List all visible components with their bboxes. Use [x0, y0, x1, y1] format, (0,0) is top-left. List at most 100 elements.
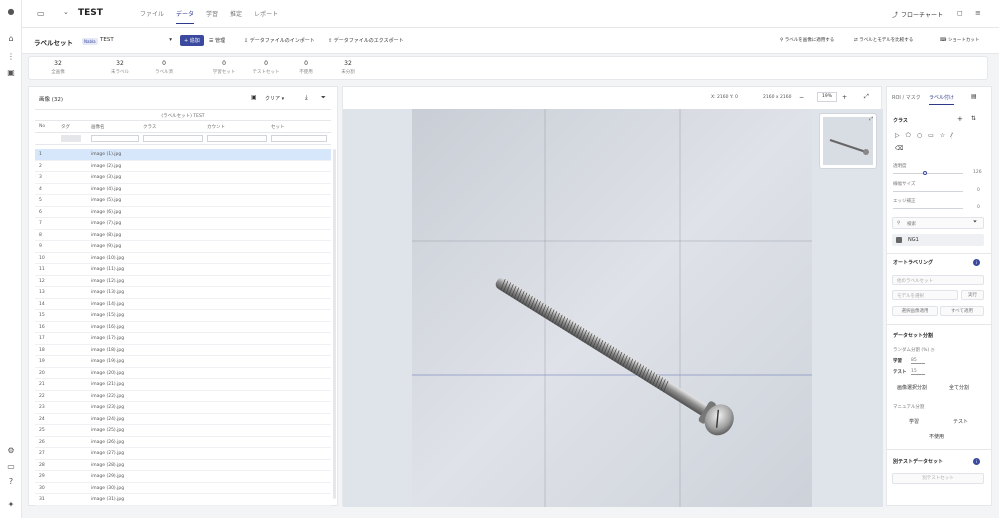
pointer-icon[interactable]: ▷ — [895, 132, 900, 139]
apply-all-button[interactable]: すべて適用 — [940, 306, 984, 316]
opacity-slider[interactable] — [893, 171, 963, 175]
auto-run-button[interactable]: 実行 — [961, 290, 984, 300]
manual-test-button[interactable]: テスト — [953, 418, 968, 425]
zoom-out-icon[interactable]: − — [799, 94, 804, 101]
apply-label-button[interactable]: ⚲ ラベルを画像に適用する — [780, 37, 834, 43]
filter-icon[interactable]: ⏷ — [321, 94, 326, 102]
column-tag[interactable]: タグ — [61, 124, 70, 130]
table-row[interactable]: 23 image (23).jpg — [35, 402, 331, 414]
expand-icon[interactable]: ⤢ — [869, 116, 873, 122]
column-class[interactable]: クラス — [143, 124, 156, 130]
tag-filter[interactable] — [61, 135, 81, 142]
star-icon[interactable]: ☆ — [940, 132, 945, 139]
fit-icon[interactable]: ⤢ — [864, 93, 869, 101]
test-dataset-button[interactable]: 別テストセット — [892, 473, 984, 484]
class-filter[interactable] — [143, 135, 203, 142]
polygon-icon[interactable]: ⬠ — [906, 132, 911, 139]
tab-train[interactable]: 学習 — [206, 9, 218, 24]
labelset-select[interactable]: TEST ▾ — [100, 37, 172, 43]
flowchart-button[interactable]: ⤴ フローチャート — [892, 10, 943, 19]
table-row[interactable]: 2 image (2).jpg — [35, 161, 331, 172]
tab-roi-mask[interactable]: ROI / マスク — [892, 94, 921, 101]
table-row[interactable]: 17 image (17).jpg — [35, 333, 331, 345]
column-count[interactable]: カウント — [207, 124, 225, 130]
split-all-button[interactable]: 全て分割 — [949, 384, 969, 391]
manage-button[interactable]: ☰ 管理 — [209, 37, 225, 44]
info-icon[interactable]: i — [973, 458, 980, 465]
user-icon[interactable]: ● — [6, 7, 16, 17]
chevron-down-icon[interactable]: ⌄ — [63, 8, 69, 16]
table-row[interactable]: 18 image (18).jpg — [35, 345, 331, 356]
table-row[interactable]: 29 image (29).jpg — [35, 471, 331, 483]
table-row[interactable]: 12 image (12).jpg — [35, 276, 331, 287]
circle-icon[interactable]: ○ — [917, 132, 922, 139]
help-icon[interactable]: ? — [6, 477, 16, 487]
info-icon[interactable]: i — [973, 259, 980, 266]
tab-report[interactable]: レポート — [254, 9, 278, 24]
image-icon[interactable]: ▣ — [6, 68, 16, 78]
settings-icon[interactable]: ⚙ — [6, 446, 16, 456]
table-row[interactable]: 15 image (15).jpg — [35, 310, 331, 322]
table-row[interactable]: 3 image (3).jpg — [35, 172, 331, 184]
home-icon[interactable]: ⌂ — [6, 34, 16, 44]
document-icon[interactable]: ▭ — [6, 462, 16, 472]
set-filter[interactable] — [271, 135, 327, 142]
table-row[interactable]: 27 image (27).jpg — [35, 448, 331, 460]
brush-size-slider[interactable] — [893, 191, 963, 192]
clear-dropdown[interactable]: クリア ▾ — [265, 95, 284, 102]
eraser-icon[interactable]: ⌫ — [895, 145, 903, 152]
rectangle-icon[interactable]: ▭ — [928, 132, 934, 139]
table-row[interactable]: 6 image (6).jpg — [35, 207, 331, 218]
manual-train-button[interactable]: 学習 — [909, 418, 919, 425]
compare-button[interactable]: ⇄ ラベルとモデルを比較する — [854, 37, 913, 43]
export-button[interactable]: ⇧ データファイルのエクスポート — [328, 37, 404, 44]
table-row[interactable]: 16 image (16).jpg — [35, 322, 331, 333]
train-ratio-input[interactable]: 85 — [911, 358, 925, 364]
shortcut-button[interactable]: ⌨ ショートカット — [940, 37, 979, 43]
column-filename[interactable]: 画像名 — [91, 124, 105, 130]
image-icon[interactable]: ▣ — [251, 94, 257, 101]
column-no[interactable]: No — [39, 124, 45, 129]
filename-filter[interactable] — [91, 135, 139, 142]
test-ratio-input[interactable]: 15 — [911, 369, 925, 375]
table-row[interactable]: 19 image (19).jpg — [35, 356, 331, 368]
image-canvas[interactable]: ⤢ — [343, 109, 883, 507]
tab-file[interactable]: ファイル — [140, 9, 164, 24]
notification-icon[interactable]: ◻ — [957, 9, 963, 17]
add-class-icon[interactable]: + — [957, 115, 963, 123]
class-search-input[interactable]: ⚲ 検索 — [892, 217, 984, 229]
class-item-ng1[interactable]: NG1 — [892, 234, 984, 246]
scrollbar[interactable] — [333, 149, 336, 499]
table-row[interactable]: 1 image (1).jpg — [35, 149, 331, 161]
table-row[interactable]: 9 image (9).jpg — [35, 241, 331, 253]
split-selected-button[interactable]: 画像選択分割 — [897, 384, 927, 391]
table-row[interactable]: 20 image (20).jpg — [35, 368, 331, 379]
table-row[interactable]: 10 image (10).jpg — [35, 253, 331, 264]
column-set[interactable]: セット — [271, 124, 285, 130]
manual-unused-button[interactable]: 不使用 — [929, 433, 944, 440]
hierarchy-icon[interactable]: ⋮ — [6, 52, 16, 62]
table-row[interactable]: 4 image (4).jpg — [35, 184, 331, 195]
table-row[interactable]: 8 image (8).jpg — [35, 230, 331, 241]
sort-icon[interactable]: ⇅ — [971, 115, 976, 122]
layout-icon[interactable]: ▤ — [971, 93, 977, 100]
count-filter[interactable] — [207, 135, 267, 142]
table-row[interactable]: 7 image (7).jpg — [35, 218, 331, 230]
table-row[interactable]: 28 image (28).jpg — [35, 460, 331, 471]
menu-icon[interactable]: ≡ — [975, 9, 981, 17]
edge-slider[interactable] — [893, 208, 963, 209]
table-row[interactable]: 22 image (22).jpg — [35, 391, 331, 402]
table-row[interactable]: 26 image (26).jpg — [35, 437, 331, 448]
brush-icon[interactable]: ⁄ — [951, 132, 953, 139]
table-row[interactable]: 11 image (11).jpg — [35, 264, 331, 276]
tab-infer[interactable]: 推定 — [230, 9, 242, 24]
table-row[interactable]: 31 image (31).jpg — [35, 494, 331, 506]
table-row[interactable]: 30 image (30).jpg — [35, 483, 331, 494]
table-row[interactable]: 5 image (5).jpg — [35, 195, 331, 207]
table-row[interactable]: 21 image (21).jpg — [35, 379, 331, 391]
slider-thumb[interactable] — [923, 171, 927, 175]
model-select-input[interactable]: モデルを選択 — [892, 290, 958, 300]
add-labelset-button[interactable]: + 追加 — [180, 35, 204, 46]
table-row[interactable]: 25 image (25).jpg — [35, 425, 331, 437]
auto-labelset-select[interactable]: 他のラベルセット — [892, 275, 984, 285]
